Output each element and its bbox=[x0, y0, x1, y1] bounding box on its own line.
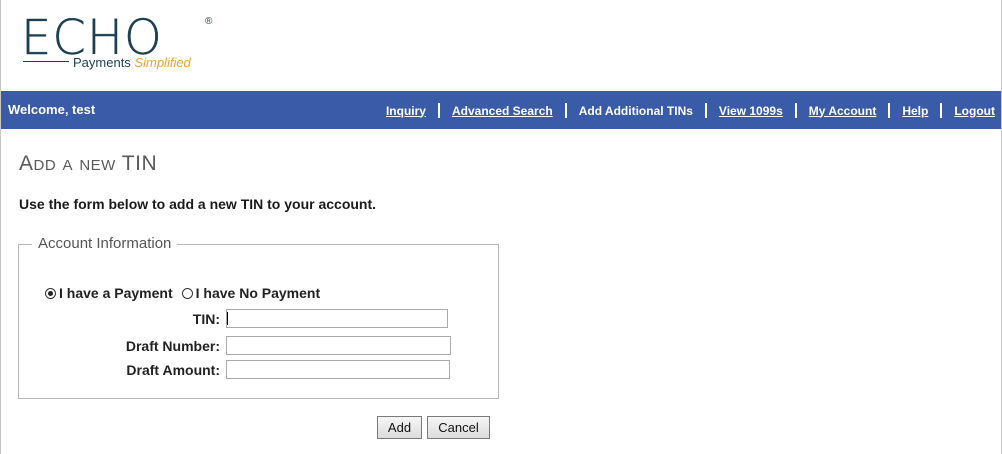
logo-tagline: Payments Simplified bbox=[73, 55, 191, 70]
radio-have-payment[interactable] bbox=[45, 287, 56, 299]
radio-no-payment-label[interactable]: I have No Payment bbox=[196, 285, 321, 301]
page-intro-text: Use the form below to add a new TIN to y… bbox=[19, 196, 377, 212]
tin-input[interactable] bbox=[226, 309, 448, 328]
nav-link-inquiry[interactable]: Inquiry bbox=[386, 104, 426, 118]
text-caret bbox=[227, 312, 228, 325]
logo-rule bbox=[23, 61, 69, 62]
tin-label: TIN: bbox=[192, 311, 220, 327]
draft-number-input[interactable] bbox=[226, 336, 451, 355]
logo-registered-mark: ® bbox=[205, 16, 213, 27]
nav-separator bbox=[704, 103, 707, 118]
fieldset-legend: Account Information bbox=[32, 235, 178, 252]
echo-logo: ECHO ® Payments Simplified bbox=[21, 14, 221, 74]
page-title: Add a new TIN bbox=[19, 152, 158, 175]
welcome-message: Welcome, test bbox=[8, 102, 96, 117]
draft-amount-input[interactable] bbox=[226, 360, 450, 379]
logo-tagline-prefix: Payments bbox=[73, 55, 131, 70]
payment-option-group: I have a Payment I have No Payment bbox=[45, 285, 320, 301]
cancel-button[interactable]: Cancel bbox=[427, 416, 490, 439]
nav-separator bbox=[564, 103, 567, 118]
nav-link-my-account[interactable]: My Account bbox=[809, 104, 877, 118]
nav-separator bbox=[888, 103, 891, 118]
nav-link-help[interactable]: Help bbox=[902, 104, 928, 118]
account-information-fieldset: Account Information I have a Payment I h… bbox=[18, 235, 499, 399]
top-nav-bar: Welcome, test Inquiry Advanced Search Ad… bbox=[1, 91, 1001, 129]
nav-links: Inquiry Advanced Search Add Additional T… bbox=[386, 103, 995, 118]
nav-link-view-1099s[interactable]: View 1099s bbox=[719, 104, 783, 118]
nav-separator bbox=[794, 103, 797, 118]
radio-no-payment[interactable] bbox=[181, 287, 193, 299]
nav-current-add-additional-tins: Add Additional TINs bbox=[578, 103, 693, 118]
draft-number-label: Draft Number: bbox=[125, 338, 220, 354]
radio-have-payment-label[interactable]: I have a Payment bbox=[59, 285, 173, 301]
nav-link-advanced-search[interactable]: Advanced Search bbox=[452, 104, 553, 118]
nav-separator bbox=[437, 103, 440, 118]
logo-tagline-highlight: Simplified bbox=[134, 55, 191, 70]
nav-link-logout[interactable]: Logout bbox=[954, 104, 995, 118]
add-button[interactable]: Add bbox=[377, 416, 422, 439]
nav-separator bbox=[940, 103, 943, 118]
draft-amount-label: Draft Amount: bbox=[126, 362, 220, 378]
